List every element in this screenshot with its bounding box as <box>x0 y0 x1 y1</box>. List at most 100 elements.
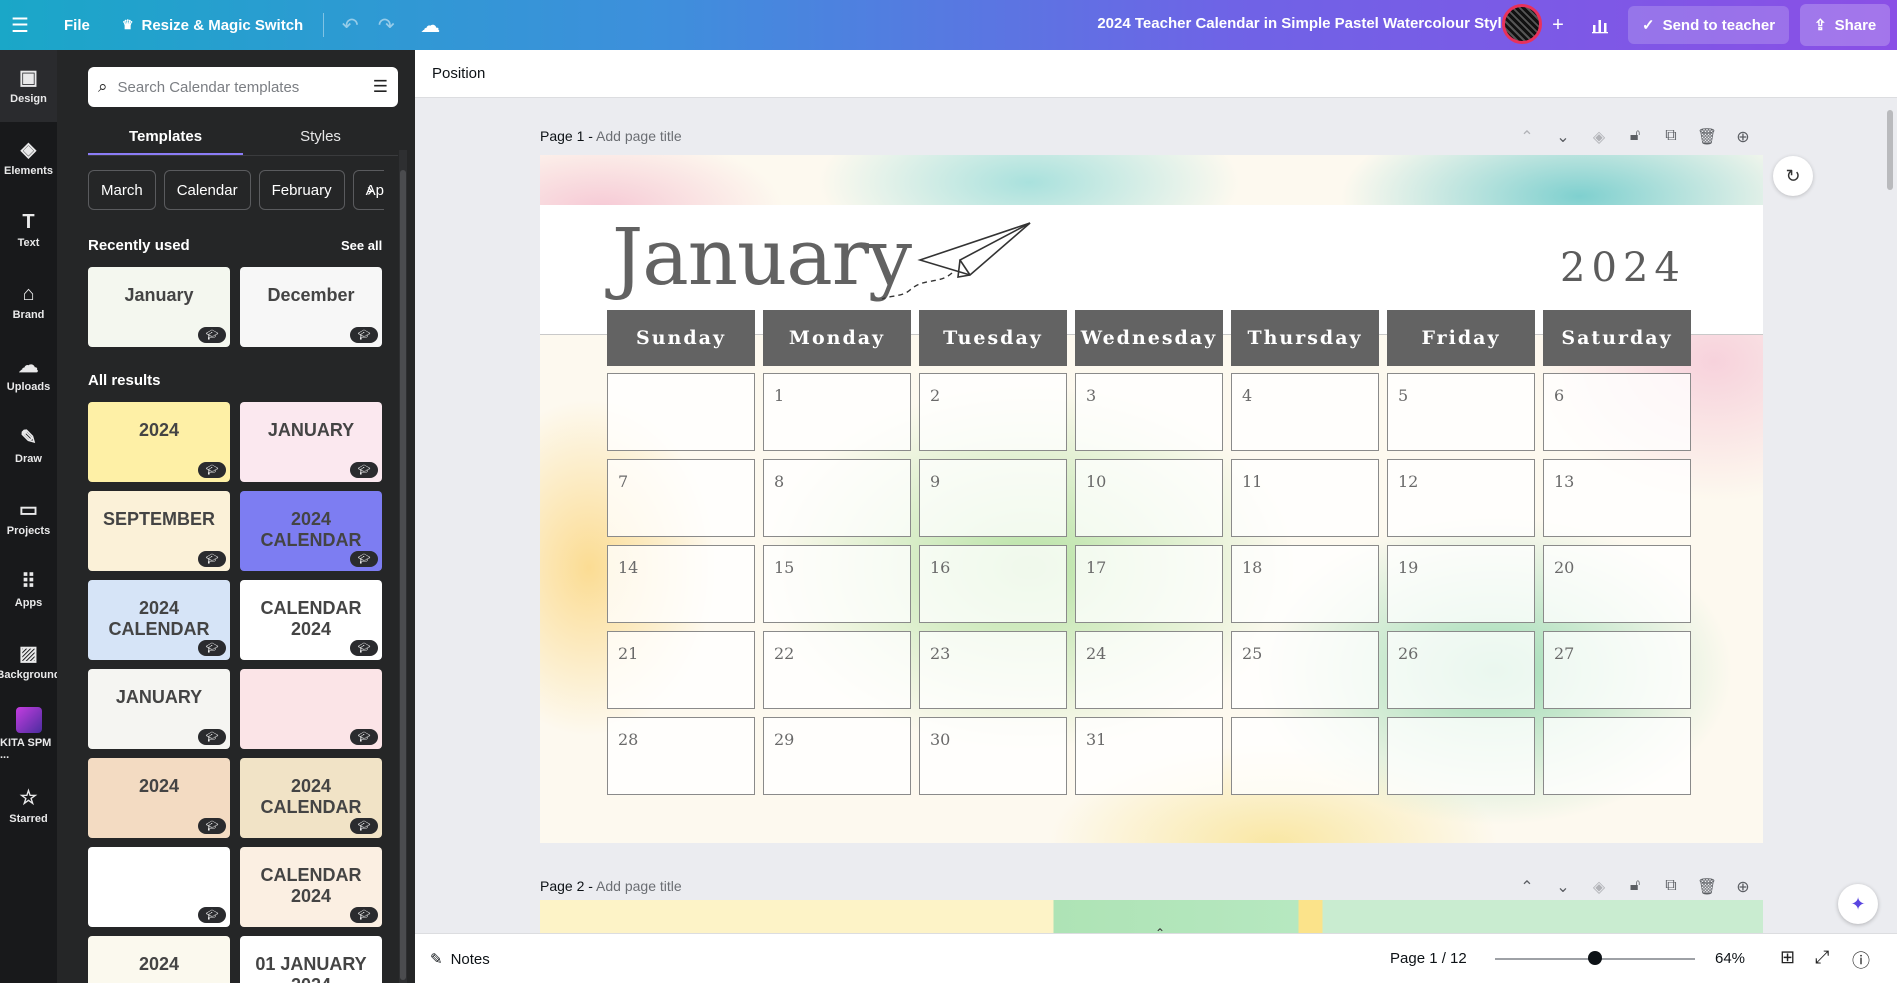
rail-item-apps[interactable]: ⠿ Apps <box>0 554 57 626</box>
calendar-day-cell[interactable]: 24 <box>1075 631 1223 709</box>
calendar-day-cell[interactable]: 19 <box>1387 545 1535 623</box>
chevron-down-icon[interactable]: ⌄ <box>1551 877 1575 897</box>
file-menu-button[interactable]: File <box>52 7 102 43</box>
calendar-day-cell[interactable]: 21 <box>607 631 755 709</box>
rail-item-kita-spm[interactable]: KITA SPM ... <box>0 698 57 770</box>
rail-item-draw[interactable]: ✎ Draw <box>0 410 57 482</box>
page-count[interactable]: Page 1 / 12 <box>1390 950 1467 967</box>
tab-templates[interactable]: Templates <box>88 120 243 155</box>
chevron-up-icon[interactable]: ⌃ <box>1155 926 1165 940</box>
calendar-day-cell[interactable]: 11 <box>1231 459 1379 537</box>
calendar-day-cell[interactable]: 29 <box>763 717 911 795</box>
add-collaborator-icon[interactable]: + <box>1540 7 1576 43</box>
insights-chart-icon[interactable] <box>1582 7 1618 43</box>
calendar-day-cell[interactable]: 30 <box>919 717 1067 795</box>
add-page-icon[interactable]: ⊕ <box>1731 127 1755 147</box>
resize-magic-switch-button[interactable]: ♛ Resize & Magic Switch <box>110 7 315 43</box>
calendar-day-cell[interactable]: 9 <box>919 459 1067 537</box>
template-thumbnail[interactable]: 2024 CALENDAR 🎓︎ <box>240 491 382 571</box>
search-box[interactable]: ⌕ ☰ <box>88 67 398 107</box>
add-page-title[interactable]: Add page title <box>596 128 682 144</box>
avatar[interactable] <box>1502 4 1542 44</box>
day-header[interactable]: Wednesday <box>1075 310 1223 366</box>
calendar-day-cell[interactable]: 31 <box>1075 717 1223 795</box>
chevron-up-icon[interactable]: ⌃ <box>1515 127 1539 147</box>
template-thumbnail[interactable]: 2024 CALENDAR 🎓︎ <box>240 758 382 838</box>
chip-calendar[interactable]: Calendar <box>163 170 251 210</box>
template-thumbnail[interactable]: CALENDAR 2024 🎓︎ <box>240 580 382 660</box>
day-header[interactable]: Sunday <box>607 310 755 366</box>
calendar-day-cell[interactable]: 12 <box>1387 459 1535 537</box>
template-thumbnail[interactable]: 🎓︎ <box>240 669 382 749</box>
day-header[interactable]: Tuesday <box>919 310 1067 366</box>
calendar-day-cell[interactable]: 18 <box>1231 545 1379 623</box>
zoom-level[interactable]: 64% <box>1715 950 1745 967</box>
grid-view-icon[interactable]: ⊞ <box>1780 947 1795 968</box>
template-thumbnail[interactable]: 🎓︎ <box>88 847 230 927</box>
chevron-down-icon[interactable]: ⌄ <box>1551 127 1575 147</box>
template-thumbnail[interactable]: JANUARY 🎓︎ <box>88 669 230 749</box>
template-thumbnail[interactable]: 2024🎓︎ <box>88 936 230 983</box>
template-thumbnail[interactable]: January 🎓︎ <box>88 267 230 347</box>
month-title[interactable]: January <box>612 213 912 303</box>
calendar-day-cell[interactable]: 22 <box>763 631 911 709</box>
calendar-day-cell[interactable] <box>607 373 755 451</box>
template-thumbnail[interactable]: 01 JANUARY 2024🎓︎ <box>240 936 382 983</box>
help-icon[interactable]: ⓘ <box>1852 947 1870 973</box>
fullscreen-icon[interactable]: ⤢ <box>1815 947 1829 968</box>
canvas-scrollbar[interactable] <box>1887 110 1893 190</box>
calendar-day-cell[interactable]: 28 <box>607 717 755 795</box>
lock-icon[interactable]: 🔓︎ <box>1623 877 1647 897</box>
magic-assistant-icon[interactable]: ✦ <box>1838 884 1878 924</box>
trash-icon[interactable]: 🗑︎ <box>1695 877 1719 897</box>
chevron-up-icon[interactable]: ⌃ <box>1515 877 1539 897</box>
rail-item-text[interactable]: T Text <box>0 194 57 266</box>
chip-march[interactable]: March <box>88 170 156 210</box>
duplicate-icon[interactable]: ⧉ <box>1659 127 1683 147</box>
calendar-day-cell[interactable] <box>1231 717 1379 795</box>
panel-scrollbar-thumb[interactable] <box>400 170 406 980</box>
add-page-icon[interactable]: ⊕ <box>1731 877 1755 897</box>
refresh-comment-icon[interactable]: ↻ <box>1773 156 1813 196</box>
calendar-day-cell[interactable]: 3 <box>1075 373 1223 451</box>
calendar-day-cell[interactable]: 27 <box>1543 631 1691 709</box>
position-button[interactable]: Position <box>432 65 485 82</box>
add-page-title[interactable]: Add page title <box>596 878 682 894</box>
calendar-day-cell[interactable]: 10 <box>1075 459 1223 537</box>
calendar-day-cell[interactable]: 25 <box>1231 631 1379 709</box>
day-header[interactable]: Monday <box>763 310 911 366</box>
calendar-day-cell[interactable]: 1 <box>763 373 911 451</box>
redo-icon[interactable]: ↷ <box>368 7 404 43</box>
calendar-day-cell[interactable] <box>1543 717 1691 795</box>
template-thumbnail[interactable]: 2024🎓︎ <box>88 758 230 838</box>
template-thumbnail[interactable]: CALENDAR 2024 🎓︎ <box>240 847 382 927</box>
calendar-day-cell[interactable]: 2 <box>919 373 1067 451</box>
chevron-right-icon[interactable]: › <box>367 180 373 201</box>
calendar-day-cell[interactable]: 13 <box>1543 459 1691 537</box>
menu-icon[interactable]: ☰ <box>2 7 38 43</box>
calendar-day-cell[interactable]: 16 <box>919 545 1067 623</box>
calendar-year[interactable]: 2024 <box>1560 245 1686 291</box>
template-thumbnail[interactable]: 2024🎓︎ <box>88 402 230 482</box>
day-header[interactable]: Friday <box>1387 310 1535 366</box>
rail-item-brand[interactable]: ⌂ Brand <box>0 266 57 338</box>
rail-item-projects[interactable]: ▭ Projects <box>0 482 57 554</box>
calendar-day-cell[interactable]: 4 <box>1231 373 1379 451</box>
rail-item-elements[interactable]: ◈ Elements <box>0 122 57 194</box>
calendar-day-cell[interactable]: 20 <box>1543 545 1691 623</box>
template-thumbnail[interactable]: SEPTEMBER 🎓︎ <box>88 491 230 571</box>
zoom-slider-handle[interactable] <box>1588 951 1602 965</box>
hide-icon[interactable]: ◈ <box>1587 127 1611 147</box>
rail-item-starred[interactable]: ☆ Starred <box>0 770 57 842</box>
calendar-day-cell[interactable] <box>1387 717 1535 795</box>
document-title[interactable]: 2024 Teacher Calendar in Simple Pastel W… <box>1050 15 1510 32</box>
calendar-day-cell[interactable]: 15 <box>763 545 911 623</box>
day-header[interactable]: Thursday <box>1231 310 1379 366</box>
calendar-day-cell[interactable]: 14 <box>607 545 755 623</box>
rail-item-background[interactable]: ▨ Background <box>0 626 57 698</box>
undo-icon[interactable]: ↶ <box>332 7 368 43</box>
calendar-day-cell[interactable]: 5 <box>1387 373 1535 451</box>
template-thumbnail[interactable]: JANUARY 🎓︎ <box>240 402 382 482</box>
calendar-day-cell[interactable]: 26 <box>1387 631 1535 709</box>
share-button[interactable]: ⇪ Share <box>1800 4 1891 46</box>
